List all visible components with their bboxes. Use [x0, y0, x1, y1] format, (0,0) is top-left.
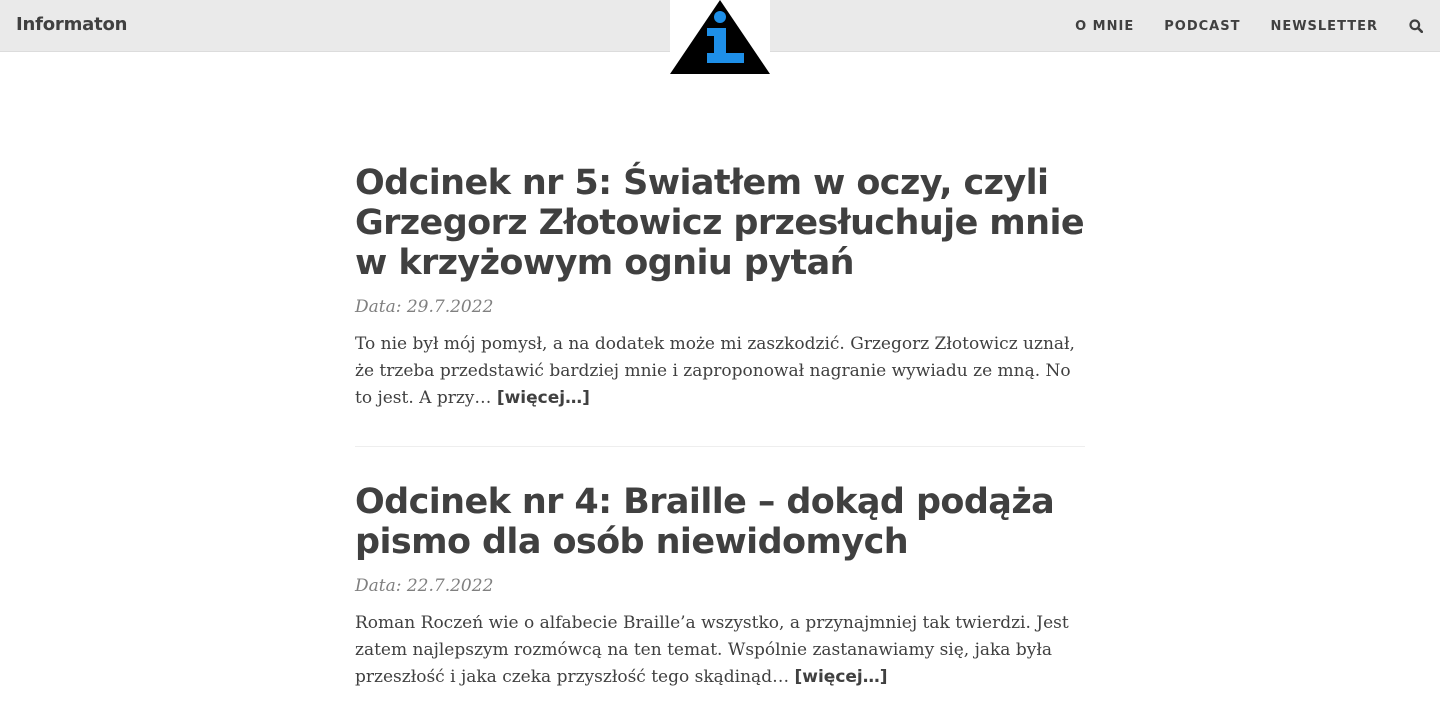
post-excerpt-text: Roman Roczeń wie o alfabecie Braille’a w…: [355, 613, 1069, 687]
site-logo[interactable]: [670, 0, 770, 74]
search-icon[interactable]: [1408, 18, 1424, 34]
site-brand-link[interactable]: Informaton: [16, 14, 127, 35]
post-title-link[interactable]: Odcinek nr 5: Światłem w oczy, czyli Grz…: [355, 163, 1085, 283]
post-preview: Odcinek nr 5: Światłem w oczy, czyli Grz…: [355, 163, 1085, 412]
post-excerpt: Roman Roczeń wie o alfabecie Braille’a w…: [355, 610, 1085, 691]
post-excerpt-text: To nie był mój pomysł, a na dodatek może…: [355, 334, 1075, 408]
post-date: Data: 22.7.2022: [355, 576, 494, 596]
read-more-link[interactable]: [więcej…]: [794, 667, 887, 687]
post-excerpt: To nie był mój pomysł, a na dodatek może…: [355, 331, 1085, 412]
post-divider: [355, 446, 1085, 447]
post-title-link[interactable]: Odcinek nr 4: Braille – dokąd podąża pis…: [355, 482, 1055, 562]
info-triangle-logo-icon: [670, 0, 770, 74]
post-date: Data: 29.7.2022: [355, 297, 494, 317]
nav-links: O MNIE PODCAST NEWSLETTER: [1045, 0, 1424, 52]
read-more-link[interactable]: [więcej…]: [497, 388, 590, 408]
post-title: Odcinek nr 4: Braille – dokąd podąża pis…: [355, 482, 1085, 562]
nav-link-newsletter[interactable]: NEWSLETTER: [1270, 19, 1378, 34]
nav-link-podcast[interactable]: PODCAST: [1164, 19, 1240, 34]
nav-link-o-mnie[interactable]: O MNIE: [1075, 19, 1134, 34]
post-title: Odcinek nr 5: Światłem w oczy, czyli Grz…: [355, 163, 1085, 283]
post-list: Odcinek nr 5: Światłem w oczy, czyli Grz…: [355, 163, 1085, 691]
post-preview: Odcinek nr 4: Braille – dokąd podąża pis…: [355, 482, 1085, 691]
